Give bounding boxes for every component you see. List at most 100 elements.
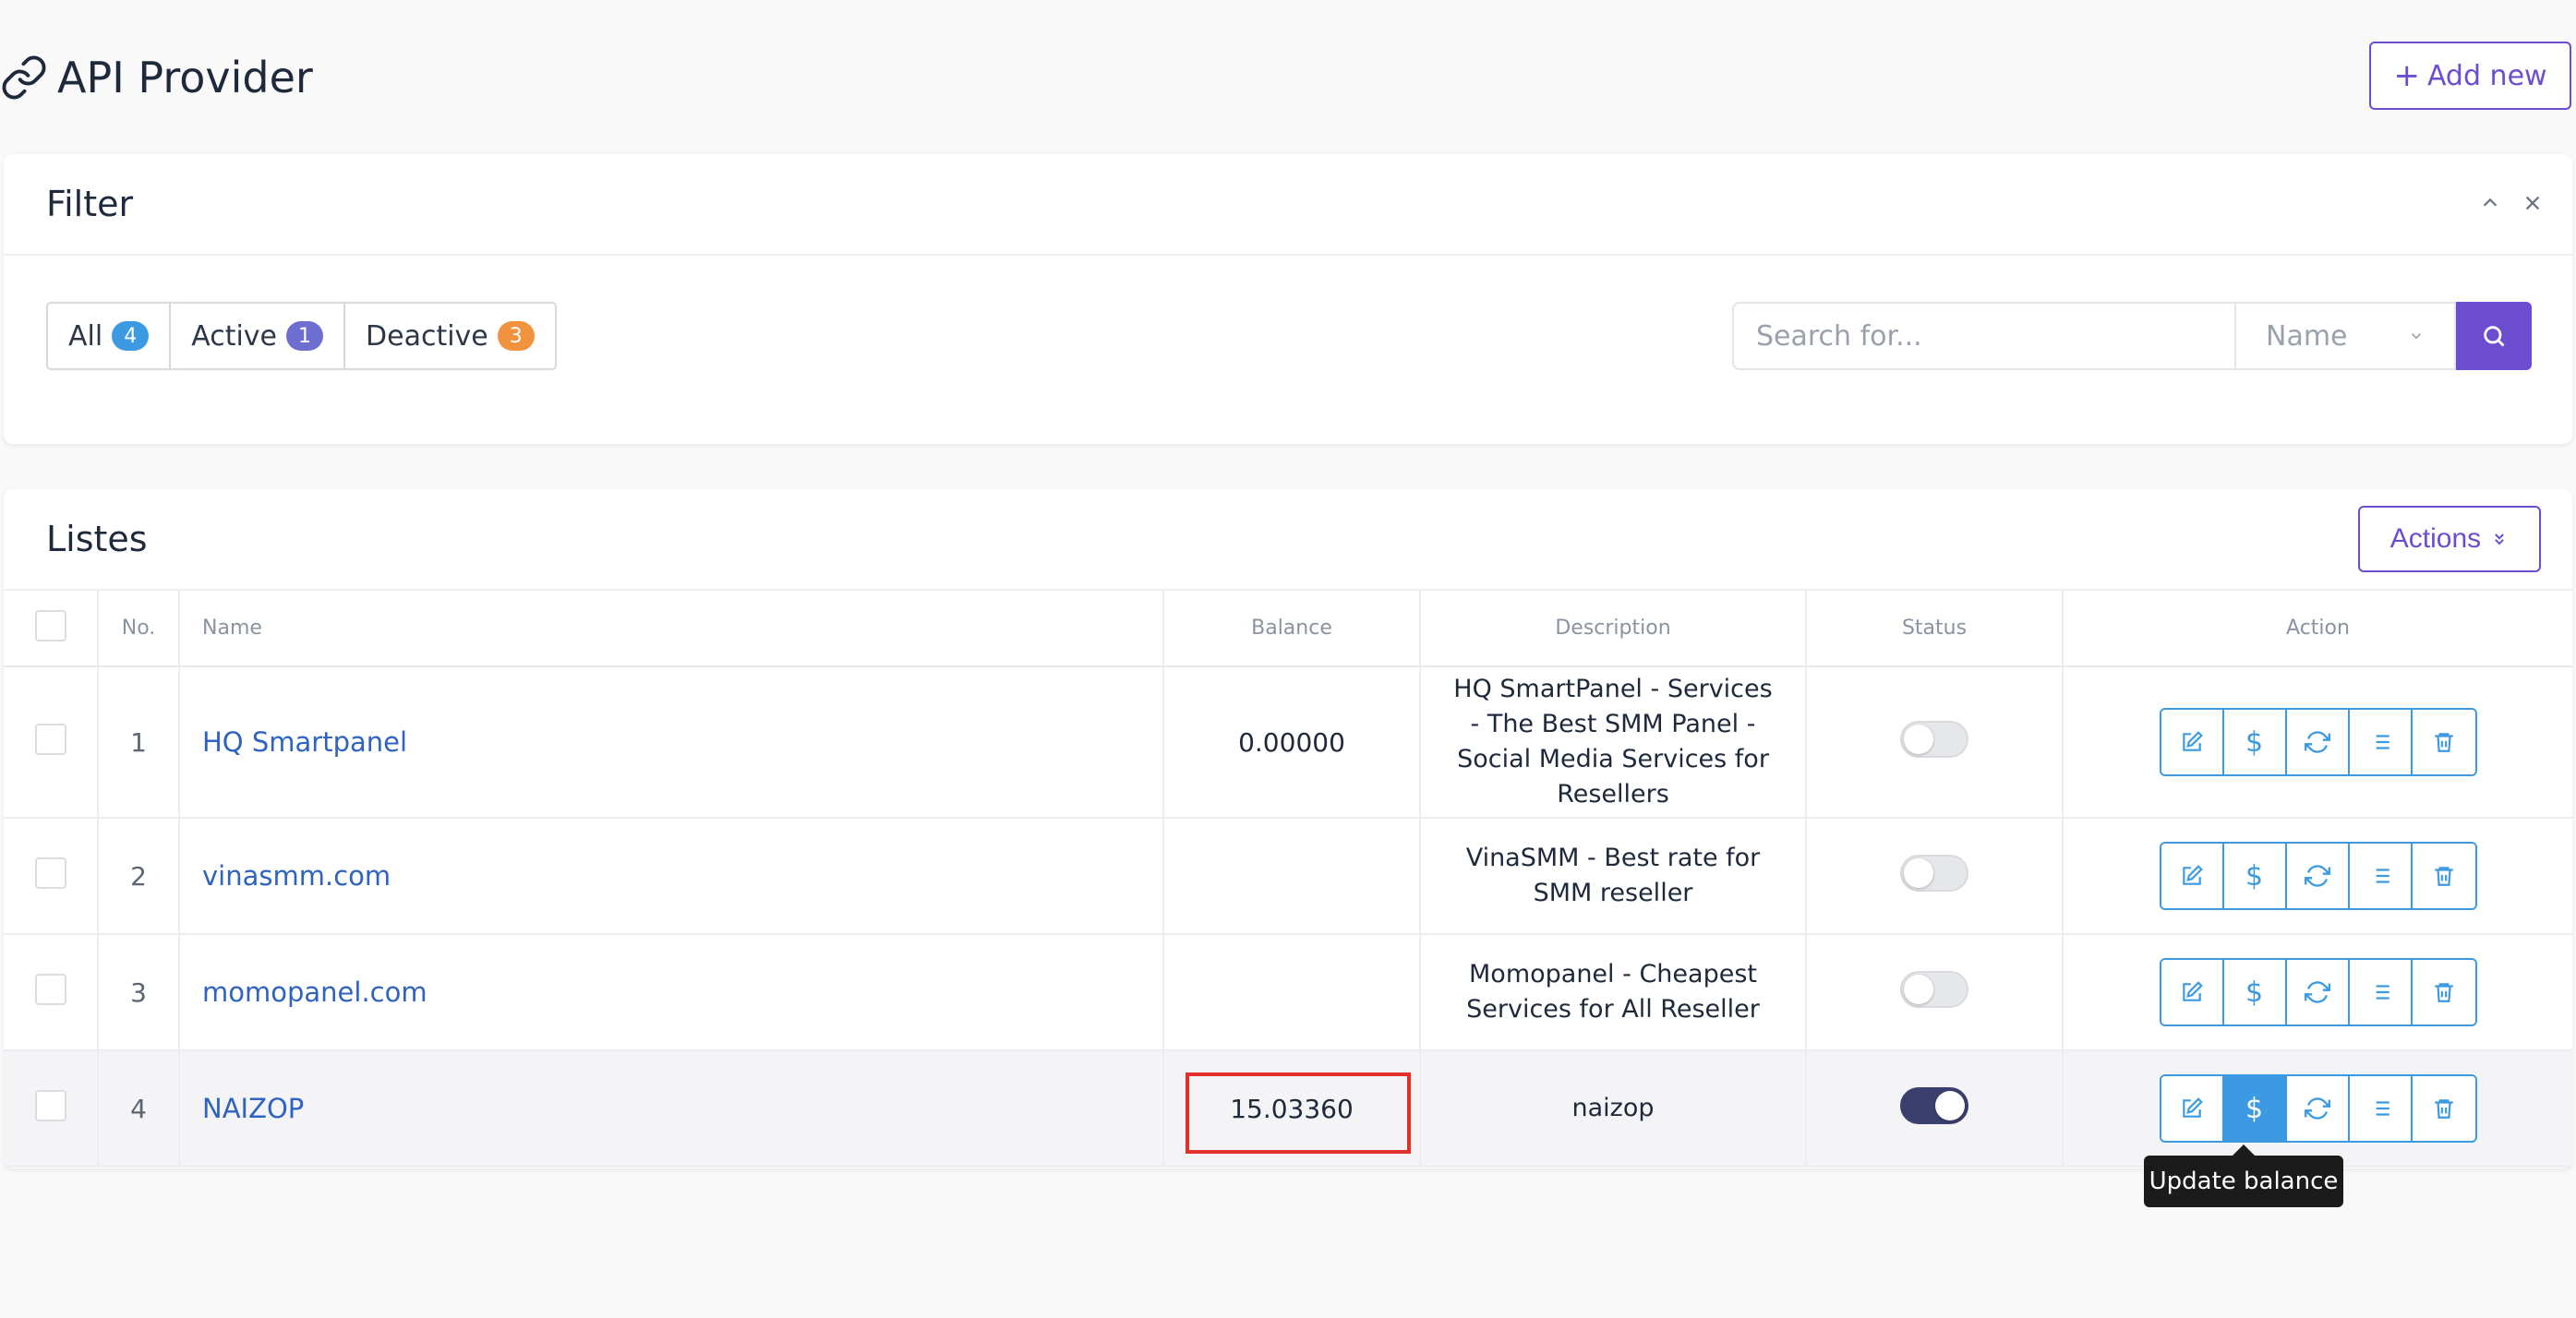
chevrons-down-icon <box>2495 533 2505 545</box>
col-description: Description <box>1420 591 1807 667</box>
row-balance <box>1163 934 1421 1051</box>
status-filter-group: All 4 Active 1 Deactive 3 <box>46 302 557 370</box>
row-no: 2 <box>98 818 180 935</box>
chevron-down-icon <box>2411 333 2422 340</box>
list-card-header: Listes Actions <box>4 489 2572 591</box>
table-header-row: No. Name Balance Description Status Acti… <box>4 591 2572 667</box>
row-select-cell <box>4 666 99 819</box>
filter-deactive[interactable]: Deactive 3 <box>345 304 555 368</box>
provider-name-link[interactable]: vinasmm.com <box>179 818 1164 935</box>
delete-button[interactable] <box>2412 710 2475 774</box>
services-list-button[interactable] <box>2349 960 2413 1024</box>
add-new-button[interactable]: + Add new <box>2369 42 2571 110</box>
filter-deactive-label: Deactive <box>366 319 488 353</box>
row-action-group: $ <box>2159 842 2477 910</box>
sync-button[interactable] <box>2286 1076 2350 1141</box>
table-row: 3 momopanel.com Momopanel - Cheapest Ser… <box>4 934 2572 1051</box>
sync-button[interactable] <box>2286 960 2350 1024</box>
refresh-icon <box>2304 981 2330 1003</box>
edit-icon <box>2182 981 2203 1001</box>
trash-icon <box>2434 983 2453 1002</box>
collapse-icon[interactable] <box>2476 189 2504 217</box>
table-row: 2 vinasmm.com VinaSMM - Best rate for SM… <box>4 818 2572 935</box>
actions-label: Actions <box>2389 523 2482 554</box>
trash-icon <box>2434 1099 2453 1119</box>
row-checkbox[interactable] <box>34 857 66 889</box>
actions-dropdown-button[interactable]: Actions <box>2358 506 2541 572</box>
update-balance-button[interactable]: $ <box>2223 844 2287 908</box>
edit-button[interactable] <box>2161 960 2224 1024</box>
link-icon <box>2 55 46 100</box>
filter-active-label: Active <box>191 319 278 353</box>
filter-deactive-count: 3 <box>497 321 535 351</box>
delete-button[interactable] <box>2412 960 2475 1024</box>
filter-active[interactable]: Active 1 <box>171 304 346 368</box>
list-icon <box>2370 1101 2389 1116</box>
services-list-button[interactable] <box>2349 844 2413 908</box>
page-header: API Provider <box>0 48 313 107</box>
provider-name-link[interactable]: momopanel.com <box>179 934 1164 1051</box>
list-title: Listes <box>46 519 148 559</box>
row-description: Momopanel - Cheapest Services for All Re… <box>1420 934 1807 1051</box>
update-balance-tooltip: Update balance <box>2144 1144 2343 1207</box>
row-balance: 0.00000 <box>1163 666 1421 819</box>
status-toggle[interactable] <box>1900 970 1968 1008</box>
provider-name-link[interactable]: HQ Smartpanel <box>179 666 1164 819</box>
delete-button[interactable] <box>2412 844 2475 908</box>
select-all-checkbox[interactable] <box>34 609 66 641</box>
row-select-cell <box>4 1050 99 1168</box>
row-action-group: $ <box>2159 1074 2477 1143</box>
search-field-value: Name <box>2266 319 2348 353</box>
update-balance-button[interactable]: $ <box>2223 710 2287 774</box>
select-all-cell <box>4 591 99 667</box>
add-new-label: Add new <box>2426 59 2547 92</box>
row-action-cell: $ <box>2063 934 2572 1051</box>
plus-icon: + <box>2393 57 2420 94</box>
edit-icon <box>2182 865 2203 885</box>
row-select-cell <box>4 818 99 935</box>
search-field-select[interactable]: Name <box>2234 302 2456 370</box>
search-input[interactable] <box>1732 302 2234 370</box>
row-no: 3 <box>98 934 180 1051</box>
row-select-cell <box>4 934 99 1051</box>
row-description: VinaSMM - Best rate for SMM reseller <box>1420 818 1807 935</box>
status-toggle[interactable] <box>1900 854 1968 892</box>
row-no: 4 <box>98 1050 180 1168</box>
table-row: 1 HQ Smartpanel 0.00000 HQ SmartPanel - … <box>4 666 2572 819</box>
col-action: Action <box>2063 591 2572 667</box>
status-toggle[interactable] <box>1900 1086 1968 1124</box>
row-status-cell <box>1806 666 2064 819</box>
status-toggle[interactable] <box>1900 720 1968 758</box>
row-status-cell <box>1806 818 2064 935</box>
services-list-button[interactable] <box>2349 710 2413 774</box>
services-list-button[interactable] <box>2349 1076 2413 1141</box>
trash-icon <box>2434 867 2453 886</box>
search-icon <box>2484 326 2505 347</box>
sync-button[interactable] <box>2286 710 2350 774</box>
edit-button[interactable] <box>2161 1076 2224 1141</box>
filter-title: Filter <box>46 184 134 224</box>
provider-name-link[interactable]: NAIZOP <box>179 1050 1164 1168</box>
filter-all[interactable]: All 4 <box>48 304 172 368</box>
close-icon[interactable] <box>2519 189 2546 217</box>
page-title: API Provider <box>57 53 313 102</box>
list-card: Listes Actions No. Name Balance Descript… <box>4 489 2572 1168</box>
edit-button[interactable] <box>2161 844 2224 908</box>
sync-button[interactable] <box>2286 844 2350 908</box>
col-no: No. <box>98 591 180 667</box>
row-checkbox[interactable] <box>34 1089 66 1121</box>
search-button[interactable] <box>2456 302 2532 370</box>
row-checkbox[interactable] <box>34 723 66 755</box>
update-balance-button[interactable]: $ <box>2223 1076 2287 1141</box>
delete-button[interactable] <box>2412 1076 2475 1141</box>
filter-card-header: Filter <box>4 154 2572 256</box>
update-balance-button[interactable]: $ <box>2223 960 2287 1024</box>
edit-icon <box>2182 1097 2203 1118</box>
row-checkbox[interactable] <box>34 973 66 1005</box>
list-icon <box>2370 985 2389 1000</box>
list-icon <box>2370 735 2389 749</box>
dollar-icon: $ <box>2245 859 2264 893</box>
row-status-cell <box>1806 934 2064 1051</box>
filter-card: Filter All 4 Active 1 Deactive 3 Name <box>4 154 2572 444</box>
edit-button[interactable] <box>2161 710 2224 774</box>
